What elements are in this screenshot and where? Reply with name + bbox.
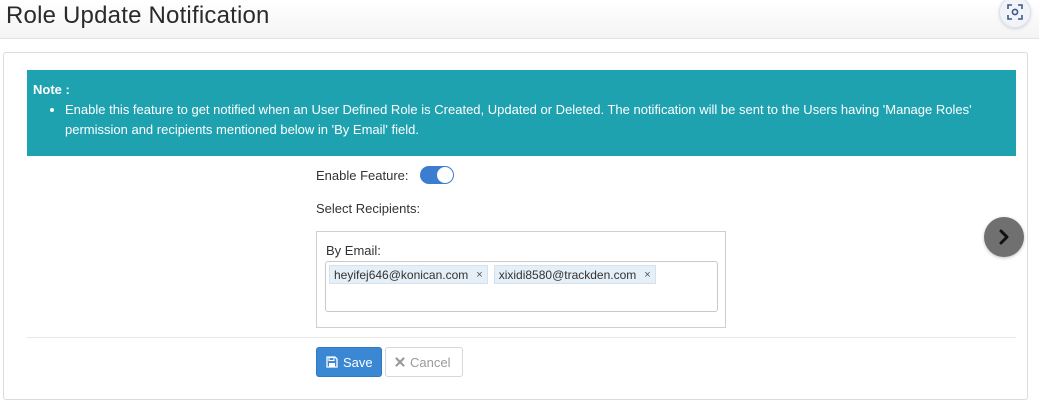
next-button[interactable] [984, 217, 1024, 257]
page-title: Role Update Notification [6, 2, 270, 29]
by-email-label: By Email: [326, 243, 381, 258]
divider [27, 337, 1016, 338]
enable-feature-toggle[interactable] [419, 166, 454, 184]
remove-tag-button[interactable]: × [644, 269, 650, 281]
cancel-button[interactable]: Cancel [385, 347, 463, 377]
email-tag: xixidi8580@trackden.com × [493, 265, 656, 284]
enable-feature-row: Enable Feature: [316, 165, 454, 185]
save-button-label: Save [343, 354, 373, 370]
note-title: Note : [33, 82, 70, 97]
email-tag: heyifej646@konican.com × [329, 265, 488, 284]
note-list: Enable this feature to get notified when… [33, 100, 1010, 140]
note-text: Enable this feature to get notified when… [65, 100, 1010, 140]
settings-card: Note : Enable this feature to get notifi… [3, 52, 1028, 400]
remove-tag-button[interactable]: × [476, 269, 482, 281]
screenshot-icon [1007, 4, 1023, 20]
save-button[interactable]: Save [316, 347, 382, 377]
email-tag-text: heyifej646@konican.com [334, 267, 469, 282]
header-bar: Role Update Notification [0, 0, 1039, 39]
note-banner: Note : Enable this feature to get notifi… [27, 70, 1016, 156]
close-icon [395, 357, 405, 367]
cancel-button-label: Cancel [410, 354, 451, 370]
select-recipients-label: Select Recipients: [316, 201, 421, 216]
toggle-knob [436, 167, 453, 183]
screenshot-button[interactable] [999, 0, 1031, 28]
email-tag-text: xixidi8580@trackden.com [498, 267, 637, 282]
email-tags-input[interactable]: heyifej646@konican.com × xixidi8580@trac… [325, 261, 718, 312]
enable-feature-label: Enable Feature: [316, 167, 409, 183]
chevron-right-icon [999, 229, 1009, 245]
by-email-panel: By Email: heyifej646@konican.com × xixid… [316, 231, 726, 328]
floppy-disk-icon [326, 356, 338, 368]
